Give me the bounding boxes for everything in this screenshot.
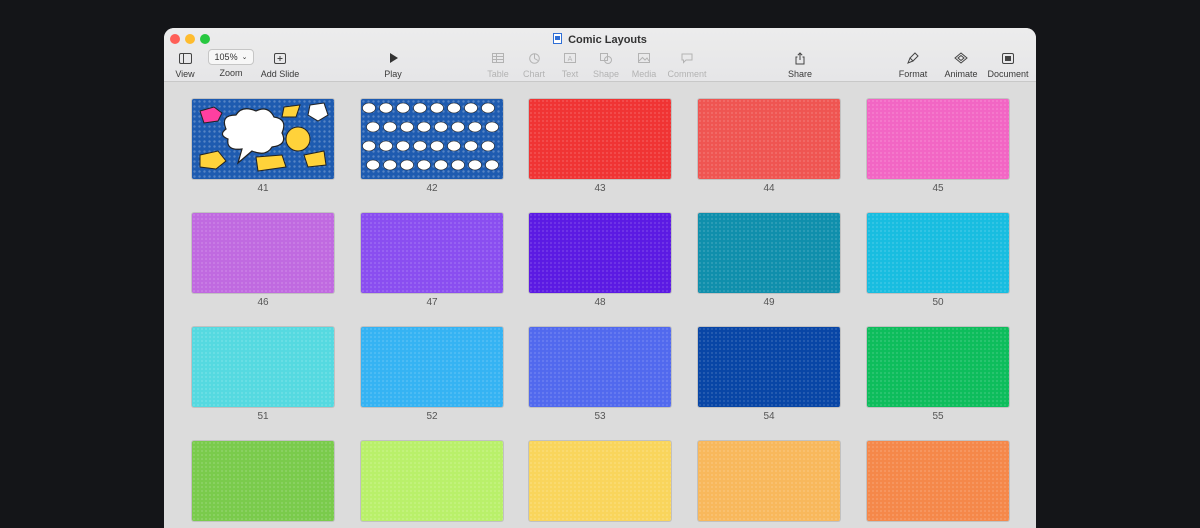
table-icon	[492, 53, 504, 63]
comic-speech-bubble-art	[199, 102, 329, 172]
slide-thumbnail[interactable]	[361, 213, 503, 293]
media-button[interactable]: Media	[628, 50, 660, 79]
share-icon	[795, 51, 805, 64]
titlebar-toolbar: Comic Layouts View 105%⌄ Zoom Add Slide	[164, 28, 1036, 82]
slide-thumbnail[interactable]	[361, 441, 503, 521]
add-slide-icon	[274, 52, 286, 64]
slide-thumbnail[interactable]	[529, 99, 671, 179]
slide-number: 55	[932, 411, 944, 422]
slide-number: 50	[932, 297, 944, 308]
sidebar-icon	[178, 52, 192, 64]
comment-button[interactable]: Comment	[666, 50, 708, 79]
document-panel-icon	[1002, 52, 1014, 64]
document-label: Document	[987, 69, 1029, 79]
slide-number: 48	[594, 297, 606, 308]
comment-label: Comment	[667, 69, 707, 79]
slide-thumbnail[interactable]	[192, 327, 334, 407]
share-label: Share	[787, 69, 813, 79]
slide-number: 53	[594, 411, 606, 422]
text-box-icon: A	[564, 53, 576, 63]
chevron-down-icon: ⌄	[241, 54, 248, 61]
slide-thumbnail[interactable]	[698, 213, 840, 293]
slide-number: 42	[426, 183, 438, 194]
slide-thumbnail[interactable]	[529, 441, 671, 521]
slide-thumbnail[interactable]	[192, 441, 334, 521]
window-title: Comic Layouts	[164, 33, 1036, 46]
zoom-value: 105%	[214, 52, 238, 62]
slide-thumbnail[interactable]	[361, 327, 503, 407]
slide-thumbnail[interactable]	[192, 99, 334, 179]
slide-number: 46	[257, 297, 269, 308]
text-label: Text	[561, 69, 579, 79]
paintbrush-icon	[907, 52, 919, 64]
animate-diamond-icon	[954, 52, 968, 64]
document-button[interactable]: Document	[986, 50, 1030, 79]
chart-icon	[528, 52, 540, 64]
table-label: Table	[487, 69, 509, 79]
slide-thumbnail[interactable]	[698, 99, 840, 179]
media-icon	[638, 53, 650, 63]
comment-icon	[681, 53, 693, 64]
keynote-window: Comic Layouts View 105%⌄ Zoom Add Slide	[164, 28, 1036, 528]
slide-thumbnail[interactable]	[867, 327, 1009, 407]
slide-number: 44	[763, 183, 775, 194]
text-button[interactable]: A Text	[556, 50, 584, 79]
play-icon	[389, 53, 398, 63]
slide-thumbnail[interactable]	[192, 213, 334, 293]
play-button[interactable]: Play	[378, 50, 408, 79]
zoom-label: Zoom	[219, 68, 243, 78]
add-slide-label: Add Slide	[260, 69, 300, 79]
window-title-text: Comic Layouts	[568, 34, 647, 46]
slide-number: 49	[763, 297, 775, 308]
view-button[interactable]: View	[170, 50, 200, 79]
format-button[interactable]: Format	[896, 50, 930, 79]
add-slide-button[interactable]: Add Slide	[260, 50, 300, 79]
shape-icon	[600, 52, 612, 64]
share-button[interactable]: Share	[784, 50, 816, 79]
slide-thumbnail[interactable]	[867, 213, 1009, 293]
slide-thumbnail[interactable]	[867, 441, 1009, 521]
slide-thumbnail[interactable]	[698, 441, 840, 521]
shape-button[interactable]: Shape	[590, 50, 622, 79]
slide-thumbnail[interactable]	[698, 327, 840, 407]
slide-thumbnail[interactable]	[361, 99, 503, 179]
slide-number: 41	[257, 183, 269, 194]
slide-thumbnail[interactable]	[529, 213, 671, 293]
chart-label: Chart	[522, 69, 545, 79]
media-label: Media	[631, 69, 657, 79]
slide-number: 45	[932, 183, 944, 194]
zoom-select[interactable]: 105% ⌄	[208, 49, 254, 65]
slide-number: 47	[426, 297, 438, 308]
slide-thumbnail[interactable]	[529, 327, 671, 407]
document-icon	[553, 33, 563, 44]
format-label: Format	[898, 69, 928, 79]
chart-button[interactable]: Chart	[520, 50, 548, 79]
slide-number: 43	[594, 183, 606, 194]
shape-label: Shape	[592, 69, 620, 79]
animate-button[interactable]: Animate	[942, 50, 980, 79]
slide-number: 51	[257, 411, 269, 422]
slide-thumbnail[interactable]	[867, 99, 1009, 179]
comic-bubbles-art	[362, 102, 499, 171]
view-label: View	[175, 69, 195, 79]
slide-number: 54	[763, 411, 775, 422]
svg-text:A: A	[568, 56, 573, 63]
play-label: Play	[384, 69, 402, 79]
zoom-control[interactable]: 105% ⌄ Zoom	[208, 49, 254, 78]
animate-label: Animate	[944, 69, 978, 79]
slide-number: 52	[426, 411, 438, 422]
table-button[interactable]: Table	[484, 50, 512, 79]
